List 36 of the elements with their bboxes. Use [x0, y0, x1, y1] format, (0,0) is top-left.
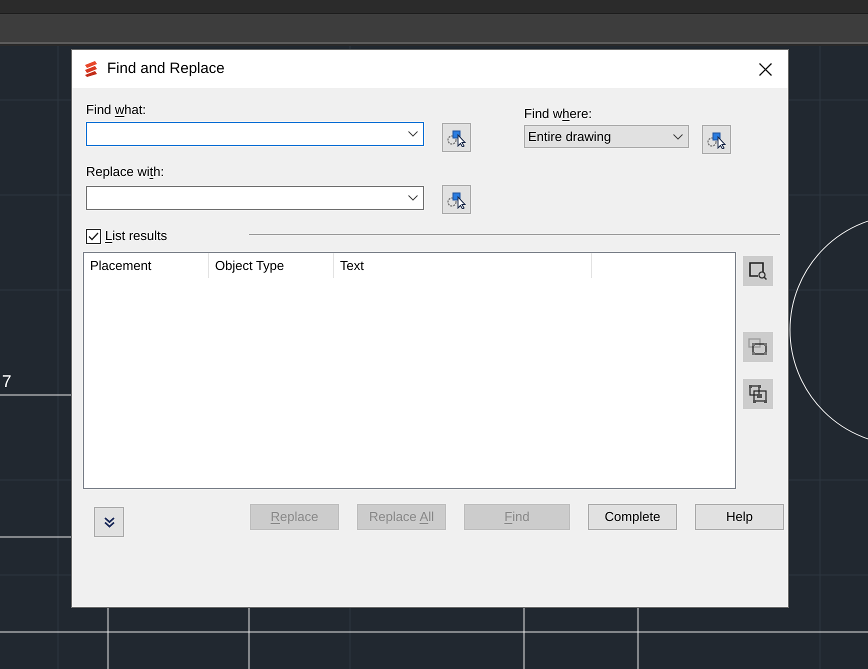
field-label: Find what: — [86, 102, 147, 118]
dropdown-caret-icon — [408, 131, 418, 137]
dropdown-caret-icon — [408, 195, 418, 201]
create-selection-button[interactable] — [743, 332, 773, 362]
find-what-combo[interactable] — [86, 122, 424, 146]
pick-objects-button[interactable] — [442, 185, 471, 214]
double-chevron-down-icon — [104, 516, 114, 528]
expand-options-button[interactable] — [94, 507, 124, 537]
drawing-dimension-text: 7 — [2, 372, 12, 392]
dropdown-caret-icon — [673, 134, 683, 140]
find-where-dropdown[interactable]: Entire drawing — [524, 125, 689, 148]
pick-objects-button[interactable] — [702, 125, 731, 154]
checkbox-label: List results — [105, 228, 168, 244]
zoom-to-button[interactable] — [743, 256, 773, 286]
dialog-title: Find and Replace — [107, 58, 225, 79]
pick-objects-icon — [446, 190, 466, 208]
field-label: Find where: — [524, 106, 593, 122]
pick-objects-icon — [446, 128, 466, 146]
select-objects-button[interactable] — [743, 379, 773, 409]
column-header[interactable]: Placement — [84, 253, 209, 278]
checkmark-icon — [88, 232, 99, 240]
close-icon — [758, 62, 772, 76]
replace-with-combo[interactable] — [86, 186, 424, 210]
app-logo-icon — [82, 60, 100, 78]
dialog-button[interactable]: Complete — [588, 504, 677, 530]
object-grips-icon — [748, 384, 768, 404]
selection-set-icon — [748, 338, 768, 356]
field-label: Replace with: — [86, 164, 166, 180]
zoom-window-icon — [749, 262, 767, 280]
close-button[interactable] — [756, 60, 774, 78]
pick-objects-icon — [706, 130, 726, 148]
list-results-checkbox[interactable] — [86, 228, 101, 244]
dialog-button[interactable]: Help — [695, 504, 784, 530]
pick-objects-button[interactable] — [442, 123, 471, 152]
column-header[interactable]: Text — [334, 253, 592, 278]
column-header[interactable]: Object Type — [209, 253, 334, 278]
